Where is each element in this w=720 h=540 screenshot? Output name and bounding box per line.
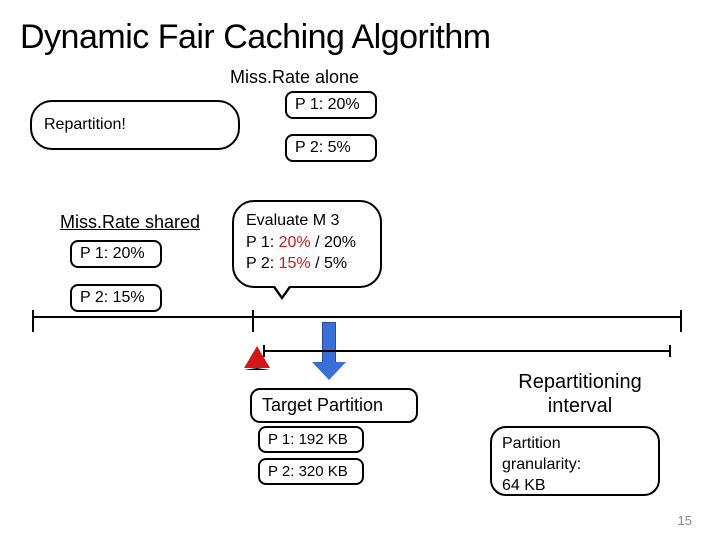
evaluate-p1-alone: 20% [324,234,356,251]
evaluate-callout: Evaluate M 3 P 1: 20% / 20% P 2: 15% / 5… [232,200,382,288]
target-partition-label: Target Partition [262,395,383,415]
evaluate-p2: P 2: 15% / 5% [246,253,370,275]
p1-shared-value: P 1: 20% [80,245,145,262]
target-p1-box: P 1: 192 KB [258,426,364,453]
evaluate-p2-prefix: P 2: [246,255,279,272]
granularity-l1: Partition [502,434,648,455]
timeline [32,316,682,318]
evaluate-p2-shared: 15% [279,255,311,272]
page-title: Dynamic Fair Caching Algorithm [20,18,491,57]
evaluate-p1-shared: 20% [279,234,311,251]
p1-alone-box: P 1: 20% [285,91,377,119]
p2-alone-box: P 2: 5% [285,134,377,162]
p2-shared-value: P 2: 15% [80,289,145,306]
evaluate-line1: Evaluate M 3 [246,210,370,232]
granularity-box: Partition granularity: 64 KB [490,426,660,496]
timeline-tick [680,310,682,332]
p1-alone-value: P 1: 20% [295,96,360,113]
repartition-callout: Repartition! [30,100,240,150]
interval-bracket-icon [263,345,671,357]
granularity-l2: granularity: [502,455,648,476]
miss-shared-label: Miss.Rate shared [60,212,200,233]
evaluate-p1-prefix: P 1: [246,234,279,251]
repartition-text: Repartition! [44,116,126,134]
evaluate-p1: P 1: 20% / 20% [246,232,370,254]
granularity-l3: 64 KB [502,476,648,497]
interval-label: Repartitioning interval [490,370,670,418]
p2-shared-box: P 2: 15% [70,284,162,312]
target-p1-value: P 1: 192 KB [268,431,348,448]
evaluate-p2-alone: 5% [324,255,347,272]
miss-alone-label: Miss.Rate alone [230,67,359,88]
target-p2-value: P 2: 320 KB [268,463,348,480]
p2-alone-value: P 2: 5% [295,139,351,156]
timeline-tick [32,310,34,332]
page-number: 15 [678,513,692,528]
evaluate-p1-sep: / [311,234,324,251]
timeline-tick [252,310,254,332]
target-p2-box: P 2: 320 KB [258,458,364,485]
callout-tail-icon [272,286,292,300]
target-partition-box: Target Partition [250,388,418,423]
evaluate-p2-sep: / [311,255,324,272]
p1-shared-box: P 1: 20% [70,240,162,268]
